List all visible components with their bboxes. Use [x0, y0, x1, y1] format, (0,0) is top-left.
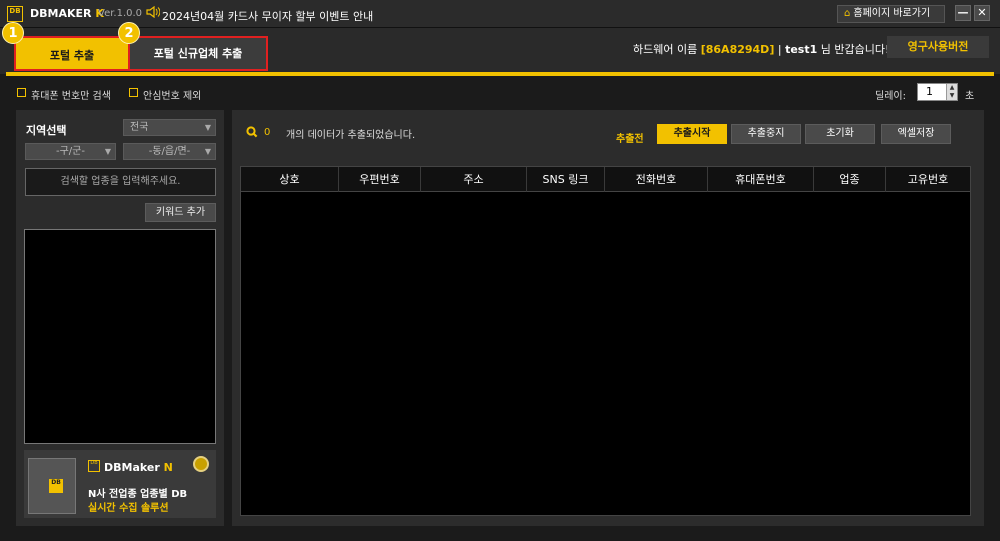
- hardware-id: [86A8294D]: [700, 43, 775, 56]
- stop-extract-button[interactable]: 추출중지: [731, 124, 801, 144]
- delay-stepper[interactable]: 1 ▲ ▼: [917, 83, 958, 101]
- region-label: 지역선택: [26, 124, 67, 137]
- right-panel: 0 개의 데이터가 추출되었습니다. 추출전 추출시작 추출중지 초기화 엑셀저…: [232, 110, 984, 526]
- speaker-icon: [146, 5, 161, 21]
- delay-label: 딜레이:: [875, 91, 906, 102]
- medal-icon: [193, 456, 209, 472]
- homepage-button-label: 홈페이지 바로가기: [853, 8, 931, 19]
- excel-save-button[interactable]: 엑셀저장: [881, 124, 951, 144]
- result-count-text: 개의 데이터가 추출되었습니다.: [286, 130, 416, 141]
- tab-portal-new-company[interactable]: 포털 신규업체 추출: [128, 36, 268, 71]
- column-header[interactable]: 휴대폰번호: [708, 167, 814, 192]
- title-bar: DB DBMAKER K Ver.1.0.0 2024년04월 카드사 무이자 …: [0, 0, 1000, 28]
- promo-line-1: N사 전업종 업종별 DB: [88, 489, 188, 500]
- close-button[interactable]: ✕: [974, 5, 990, 21]
- homepage-button[interactable]: ⌂ 홈페이지 바로가기: [837, 5, 945, 23]
- home-icon: ⌂: [844, 8, 851, 19]
- db-logo-icon: DB: [88, 460, 100, 472]
- column-header[interactable]: 주소: [421, 167, 527, 192]
- column-header[interactable]: 업종: [814, 167, 886, 192]
- promo-brand: DBMaker N: [104, 461, 173, 474]
- promo-banner[interactable]: DB DB DBMaker N N사 전업종 업종별 DB 실시간 수집 솔루션: [24, 450, 216, 518]
- chevron-down-icon: ▼: [204, 123, 211, 132]
- mobile-only-checkbox[interactable]: [17, 88, 26, 97]
- db-logo-icon: DB: [49, 479, 63, 493]
- hardware-label: 하드웨어 이름: [633, 43, 698, 56]
- delay-value[interactable]: 1: [926, 85, 933, 98]
- start-extract-button[interactable]: 추출시작: [657, 124, 727, 144]
- result-count: 0: [264, 127, 271, 138]
- delay-unit: 초: [965, 91, 975, 102]
- app-version: Ver.1.0.0: [98, 8, 143, 19]
- tab-portal-extract[interactable]: 포털 추출: [14, 36, 128, 71]
- search-icon: [246, 126, 258, 141]
- column-header[interactable]: 전화번호: [605, 167, 708, 192]
- exclude-safe-number-label[interactable]: 안심번호 제외: [143, 87, 201, 102]
- add-keyword-button[interactable]: 키워드 추가: [145, 203, 216, 222]
- accent-divider: [6, 72, 994, 76]
- app-logo-icon: DB: [7, 6, 23, 22]
- sido-select[interactable]: 전국 ▼: [123, 119, 216, 136]
- table-header: 상호 우편번호 주소 SNS 링크 전화번호 휴대폰번호 업종 고유번호: [241, 167, 970, 192]
- keyword-list[interactable]: [24, 229, 216, 444]
- app-name-prefix: DBMAKER: [30, 7, 96, 20]
- mobile-only-label[interactable]: 휴대폰 번호만 검색: [31, 87, 111, 102]
- promo-brand-suffix: N: [163, 461, 173, 474]
- column-header[interactable]: 고유번호: [886, 167, 970, 192]
- user-name: test1: [785, 43, 818, 56]
- tab-bar: 포털 추출 포털 신규업체 추출 1 2 하드웨어 이름 [86A8294D] …: [0, 22, 1000, 74]
- notice-link[interactable]: 2024년04월 카드사 무이자 할부 이벤트 안내: [162, 8, 373, 24]
- step-badge-1: 1: [2, 22, 24, 44]
- greeting: 님 반갑습니다!: [820, 43, 890, 56]
- results-table[interactable]: 상호 우편번호 주소 SNS 링크 전화번호 휴대폰번호 업종 고유번호: [240, 166, 971, 516]
- gugun-select[interactable]: -구/군- ▼: [25, 143, 116, 160]
- dong-select-value: -동/읍/면-: [148, 146, 191, 157]
- hardware-info: 하드웨어 이름 [86A8294D] | test1 님 반갑습니다!: [633, 41, 889, 57]
- dong-select[interactable]: -동/읍/면- ▼: [123, 143, 216, 160]
- options-bar: 휴대폰 번호만 검색 안심번호 제외 딜레이: 1 ▲ ▼ 초: [0, 78, 1000, 106]
- column-header[interactable]: 우편번호: [339, 167, 421, 192]
- app-name: DBMAKER K: [30, 7, 104, 20]
- left-panel: 지역선택 전국 ▼ -구/군- ▼ -동/읍/면- ▼ 검색할 업종을 입력해주세요.…: [16, 110, 224, 526]
- column-header[interactable]: 상호: [241, 167, 339, 192]
- step-badge-2: 2: [118, 22, 140, 44]
- sido-select-value: 전국: [130, 122, 149, 133]
- chevron-down-icon: ▼: [204, 147, 211, 156]
- gugun-select-value: -구/군-: [56, 146, 85, 157]
- exclude-safe-number-checkbox[interactable]: [129, 88, 138, 97]
- reset-button[interactable]: 초기화: [805, 124, 875, 144]
- permanent-version-button[interactable]: 영구사용버전: [887, 36, 989, 58]
- product-box-image: DB: [28, 458, 76, 514]
- extract-status: 추출전: [616, 134, 644, 145]
- hardware-separator: |: [777, 43, 782, 56]
- promo-line-2: 실시간 수집 솔루션: [88, 503, 169, 514]
- minimize-button[interactable]: —: [955, 5, 971, 21]
- keyword-input[interactable]: 검색할 업종을 입력해주세요.: [25, 168, 216, 196]
- spin-arrows-icon[interactable]: ▲ ▼: [946, 84, 957, 100]
- column-header[interactable]: SNS 링크: [527, 167, 605, 192]
- chevron-down-icon: ▼: [104, 147, 111, 156]
- promo-brand-prefix: DBMaker: [104, 461, 164, 474]
